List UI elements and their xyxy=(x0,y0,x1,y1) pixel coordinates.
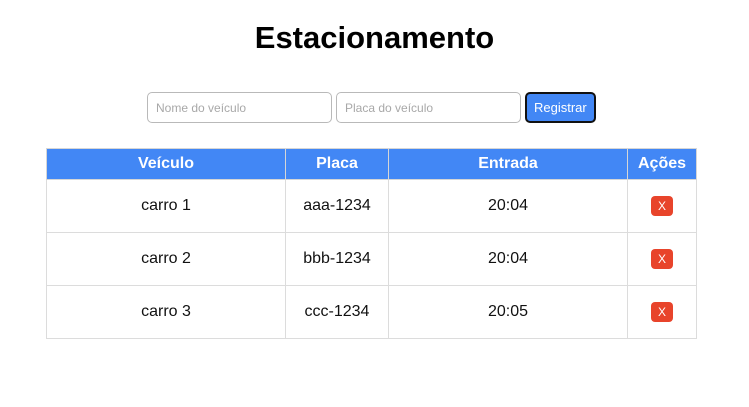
register-button[interactable]: Registrar xyxy=(525,92,596,123)
cell-plate: ccc-1234 xyxy=(285,285,389,339)
vehicle-name-input[interactable] xyxy=(147,92,332,123)
cell-vehicle: carro 2 xyxy=(46,232,286,286)
cell-plate: aaa-1234 xyxy=(285,179,389,233)
vehicles-table: Veículo Placa Entrada Ações carro 1 aaa-… xyxy=(46,148,697,339)
delete-button[interactable]: X xyxy=(651,196,673,216)
page-title: Estacionamento xyxy=(254,20,495,55)
cell-vehicle: carro 3 xyxy=(46,285,286,339)
table-row: carro 2 bbb-1234 20:04 X xyxy=(46,232,697,286)
table-row: carro 1 aaa-1234 20:04 X xyxy=(46,179,697,233)
delete-button[interactable]: X xyxy=(651,249,673,269)
cell-actions: X xyxy=(627,179,697,233)
table-row: carro 3 ccc-1234 20:05 X xyxy=(46,285,697,339)
header-entry: Entrada xyxy=(388,148,628,180)
cell-actions: X xyxy=(627,232,697,286)
delete-button[interactable]: X xyxy=(651,302,673,322)
header-plate: Placa xyxy=(285,148,389,180)
cell-entry: 20:04 xyxy=(388,232,628,286)
header-vehicle: Veículo xyxy=(46,148,286,180)
cell-plate: bbb-1234 xyxy=(285,232,389,286)
cell-entry: 20:05 xyxy=(388,285,628,339)
table-header-row: Veículo Placa Entrada Ações xyxy=(46,148,697,180)
cell-vehicle: carro 1 xyxy=(46,179,286,233)
vehicle-form: Registrar xyxy=(147,92,596,123)
header-actions: Ações xyxy=(627,148,697,180)
cell-entry: 20:04 xyxy=(388,179,628,233)
vehicle-plate-input[interactable] xyxy=(336,92,521,123)
cell-actions: X xyxy=(627,285,697,339)
